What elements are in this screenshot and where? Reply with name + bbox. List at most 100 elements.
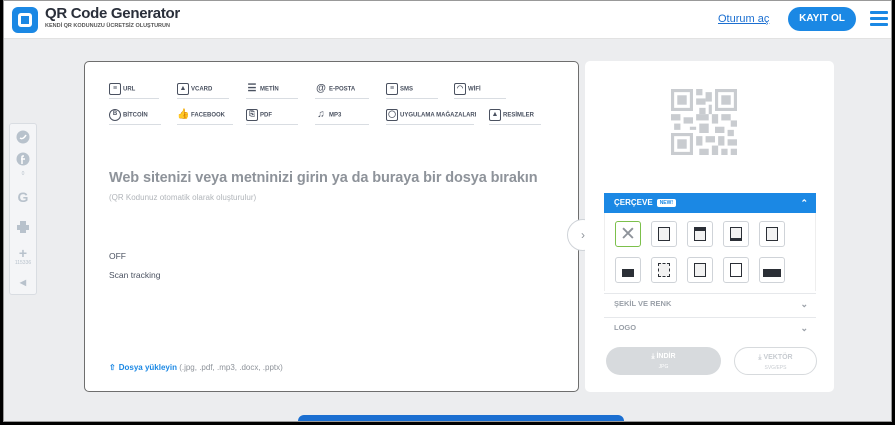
phone-frame-icon bbox=[730, 227, 742, 241]
frame-option[interactable] bbox=[759, 257, 785, 283]
hand-frame-icon bbox=[658, 263, 670, 277]
vector-label: VEKTÖR bbox=[763, 354, 793, 361]
box-frame-icon bbox=[763, 269, 781, 277]
sms-icon: ≡ bbox=[386, 83, 398, 95]
tab-label: VCARD bbox=[191, 86, 213, 93]
tab-bitcoin[interactable]: B BİTCOİN bbox=[109, 109, 161, 125]
chevron-down-icon: ⌄ bbox=[800, 323, 808, 333]
tab-label: SMS bbox=[400, 86, 414, 93]
share-sidebar: 0 G + 115336 ◀ bbox=[9, 123, 37, 295]
frame-section-label: ÇERÇEVE bbox=[614, 198, 653, 207]
tab-mp3[interactable]: ♫ MP3 bbox=[315, 109, 369, 125]
logo-label: LOGO bbox=[614, 323, 637, 332]
qr-logo-icon[interactable] bbox=[12, 7, 38, 33]
promo-banner[interactable] bbox=[298, 415, 624, 421]
frame-option[interactable] bbox=[687, 257, 713, 283]
tab-label: PDF bbox=[260, 112, 272, 119]
tab-url[interactable]: ≡ URL bbox=[109, 83, 159, 99]
frame-section-header[interactable]: ÇERÇEVE NEW! ⌃ bbox=[604, 193, 816, 213]
input-prompt[interactable]: Web sitenizi veya metninizi girin ya da … bbox=[109, 170, 538, 186]
shape-color-label: ŞEKİL VE RENK bbox=[614, 299, 672, 308]
tab-app-stores[interactable]: ◯ UYGULAMA MAĞAZALARI bbox=[386, 109, 477, 125]
new-badge: NEW! bbox=[656, 199, 677, 207]
share-count: 115336 bbox=[14, 260, 32, 266]
plus-icon: + bbox=[18, 245, 28, 261]
google-share-button[interactable]: G bbox=[10, 190, 36, 204]
facebook-like-icon: 👍 bbox=[177, 109, 190, 120]
tab-label: E-POSTA bbox=[329, 86, 356, 93]
tablet-frame-icon bbox=[694, 263, 706, 277]
tab-email[interactable]: @ E-POSTA bbox=[315, 83, 369, 99]
tab-text[interactable]: ☰ METİN bbox=[246, 83, 298, 99]
scan-tracking-label: Scan tracking bbox=[109, 270, 161, 280]
url-icon: ≡ bbox=[109, 83, 121, 95]
tab-images[interactable]: ▲ RESİMLER bbox=[489, 109, 541, 125]
bottle-frame-icon bbox=[730, 263, 742, 277]
hamburger-menu-icon[interactable] bbox=[870, 11, 888, 27]
tab-facebook[interactable]: 👍 FACEBOOK bbox=[177, 109, 233, 125]
bitcoin-icon: B bbox=[109, 109, 121, 121]
frame-option[interactable] bbox=[651, 221, 677, 247]
vcard-icon: ▲ bbox=[177, 83, 189, 95]
frame-option[interactable] bbox=[723, 221, 749, 247]
twitter-share-button[interactable] bbox=[10, 130, 36, 149]
wifi-icon: ◠ bbox=[454, 83, 466, 95]
chevron-down-icon: ⌄ bbox=[800, 299, 808, 309]
tab-label: URL bbox=[123, 86, 136, 93]
print-button[interactable] bbox=[10, 220, 36, 239]
tab-label: METİN bbox=[260, 86, 279, 93]
facebook-share-button[interactable]: 0 bbox=[10, 152, 36, 177]
qr-input-card: ≡ URL ▲ VCARD ☰ METİN @ E-POSTA ≡ SMS ◠ WİFİ B… bbox=[84, 61, 579, 392]
chevron-up-icon: ⌃ bbox=[800, 198, 808, 208]
top-header: QR Code Generator KENDİ QR KODUNUZU ÜCRE… bbox=[4, 1, 891, 39]
browser-viewport: QR Code Generator KENDİ QR KODUNUZU ÜCRE… bbox=[3, 0, 892, 422]
google-icon: G bbox=[17, 189, 29, 205]
tab-wifi[interactable]: ◠ WİFİ bbox=[454, 83, 506, 99]
tracking-toggle[interactable]: OFF bbox=[109, 251, 126, 261]
upload-formats: (.jpg, .pdf, .mp3, .docx, .pptx) bbox=[179, 363, 283, 372]
frame-options-grid: ✕ bbox=[604, 213, 816, 291]
download-jpg-button[interactable]: ⤓ İNDİR JPG bbox=[606, 347, 721, 375]
pdf-icon: ⎘ bbox=[246, 109, 258, 121]
phone-frame-icon bbox=[694, 227, 706, 241]
shape-color-section[interactable]: ŞEKİL VE RENK ⌄ bbox=[604, 293, 816, 313]
bag-frame-icon bbox=[622, 269, 634, 277]
twitter-icon bbox=[16, 130, 30, 144]
tab-vcard[interactable]: ▲ VCARD bbox=[177, 83, 229, 99]
image-icon: ▲ bbox=[489, 109, 501, 121]
print-icon bbox=[17, 221, 29, 233]
phone-frame-icon bbox=[658, 227, 670, 241]
tab-label: UYGULAMA MAĞAZALARI bbox=[400, 112, 477, 119]
tab-label: WİFİ bbox=[468, 86, 481, 93]
frame-option[interactable] bbox=[759, 221, 785, 247]
text-icon: ☰ bbox=[247, 83, 257, 94]
tab-label: FACEBOOK bbox=[191, 112, 226, 119]
tab-pdf[interactable]: ⎘ PDF bbox=[246, 109, 298, 125]
close-icon: ✕ bbox=[620, 224, 636, 245]
vector-format: SVG/EPS bbox=[764, 365, 787, 371]
qr-code-preview bbox=[671, 89, 737, 155]
site-title[interactable]: QR Code Generator bbox=[45, 5, 180, 22]
login-link[interactable]: Oturum aç bbox=[718, 13, 769, 25]
download-label: İNDİR bbox=[656, 353, 676, 360]
upload-row: ⇧ Dosya yükleyin (.jpg, .pdf, .mp3, .docx… bbox=[109, 363, 283, 372]
facebook-share-count: 0 bbox=[21, 171, 25, 177]
collapse-share-button[interactable]: ◀ bbox=[10, 276, 36, 290]
tab-label: BİTCOİN bbox=[123, 112, 148, 119]
logo-section[interactable]: LOGO ⌄ bbox=[604, 317, 816, 337]
signup-button[interactable]: KAYIT OL bbox=[788, 7, 856, 31]
frame-option[interactable] bbox=[651, 257, 677, 283]
download-format: JPG bbox=[658, 364, 669, 370]
frame-option-none[interactable]: ✕ bbox=[615, 221, 641, 247]
frame-option[interactable] bbox=[723, 257, 749, 283]
tab-sms[interactable]: ≡ SMS bbox=[386, 83, 438, 99]
qr-preview-panel: ÇERÇEVE NEW! ⌃ ✕ ŞEKİL VE RENK ⌄ LOGO ⌄ ⤓ İ… bbox=[585, 61, 834, 392]
facebook-icon bbox=[16, 152, 30, 166]
frame-option[interactable] bbox=[687, 221, 713, 247]
frame-option[interactable] bbox=[615, 257, 641, 283]
download-vector-button[interactable]: ⤓ VEKTÖR SVG/EPS bbox=[734, 347, 817, 375]
app-store-icon: ◯ bbox=[386, 109, 398, 121]
phone-frame-icon bbox=[766, 227, 778, 241]
upload-file-link[interactable]: Dosya yükleyin bbox=[119, 363, 177, 372]
more-share-button[interactable]: + 115336 bbox=[10, 246, 36, 266]
